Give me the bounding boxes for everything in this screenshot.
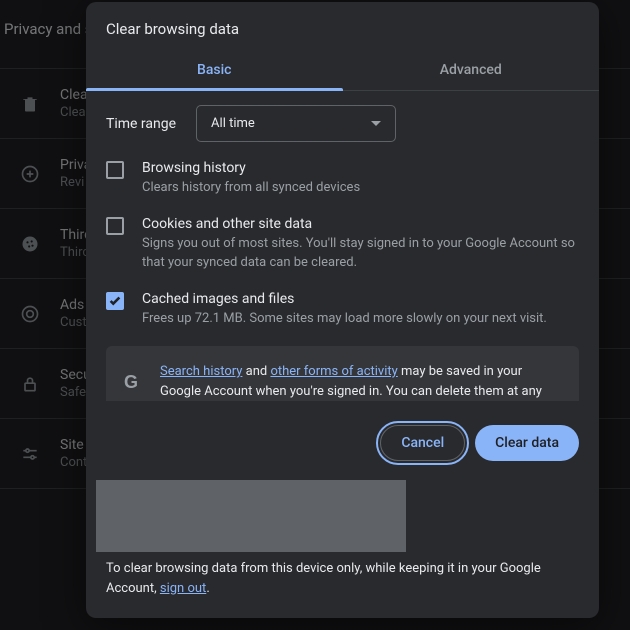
checkbox-cookies[interactable]	[106, 217, 124, 235]
link-sign-out[interactable]: sign out	[160, 581, 206, 596]
time-range-row: Time range All time	[106, 105, 579, 142]
option-title: Cookies and other site data	[142, 216, 579, 232]
clear-data-button[interactable]: Clear data	[475, 425, 579, 461]
option-desc: Frees up 72.1 MB. Some sites may load mo…	[142, 309, 547, 329]
cancel-button[interactable]: Cancel	[380, 425, 465, 461]
obscured-region	[96, 480, 406, 552]
option-desc: Signs you out of most sites. You'll stay…	[142, 234, 579, 273]
dialog-tabs: Basic Advanced	[86, 50, 599, 91]
checkbox-cache[interactable]	[106, 292, 124, 310]
option-desc: Clears history from all synced devices	[142, 178, 360, 198]
option-cookies: Cookies and other site data Signs you ou…	[106, 216, 579, 273]
tab-advanced[interactable]: Advanced	[343, 50, 600, 90]
link-search-history[interactable]: Search history	[160, 364, 242, 379]
chevron-down-icon	[371, 121, 381, 126]
dialog-actions: Cancel Clear data	[86, 401, 599, 485]
info-text: Search history and other forms of activi…	[160, 362, 561, 401]
dialog-title: Clear browsing data	[86, 2, 599, 50]
option-browsing-history: Browsing history Clears history from all…	[106, 160, 579, 198]
link-other-activity[interactable]: other forms of activity	[270, 364, 397, 379]
time-range-label: Time range	[106, 116, 176, 132]
dialog-body: Time range All time Browsing history Cle…	[86, 91, 599, 401]
checkbox-browsing-history[interactable]	[106, 161, 124, 179]
tab-basic[interactable]: Basic	[86, 50, 343, 90]
option-title: Browsing history	[142, 160, 360, 176]
option-title: Cached images and files	[142, 291, 547, 307]
option-cache: Cached images and files Frees up 72.1 MB…	[106, 291, 579, 329]
google-account-info: G Search history and other forms of acti…	[106, 346, 579, 401]
dialog-footer: To clear browsing data from this device …	[86, 559, 599, 618]
time-range-select[interactable]: All time	[196, 105, 396, 142]
time-range-value: All time	[211, 116, 255, 131]
google-icon: G	[124, 372, 144, 392]
